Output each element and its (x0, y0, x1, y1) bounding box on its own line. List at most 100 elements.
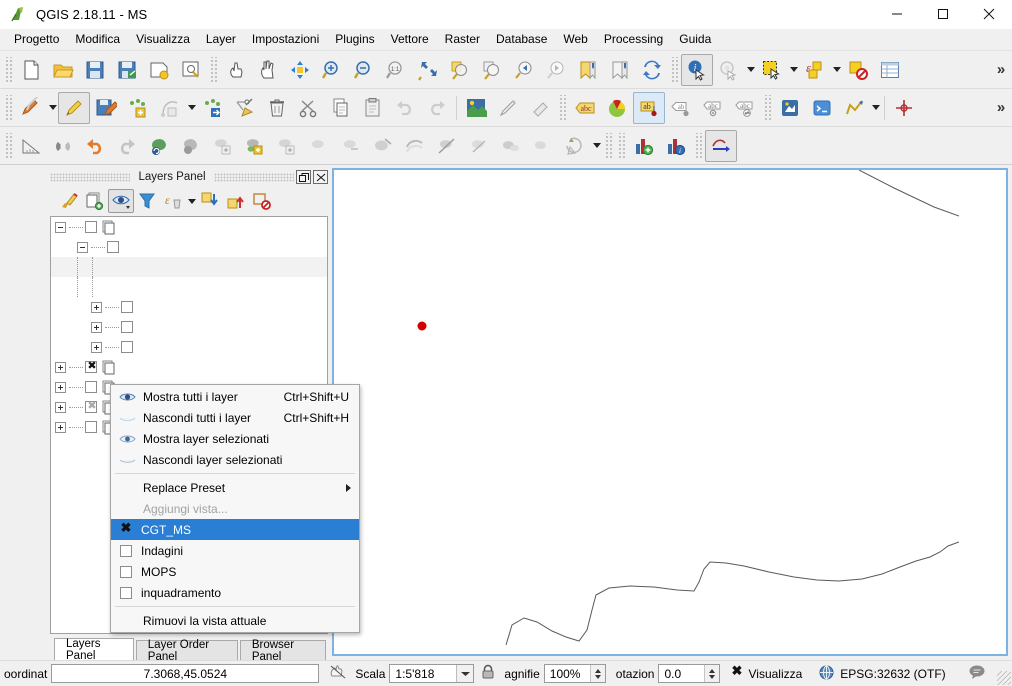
toolbar-grip[interactable] (604, 132, 613, 159)
deselect-all-icon[interactable] (842, 54, 874, 86)
layer-visibility-checkbox[interactable] (121, 301, 133, 313)
filter-legend-icon[interactable] (134, 189, 160, 213)
zoom-native-icon[interactable]: 1:1 (380, 54, 412, 86)
preset-checkbox[interactable] (120, 544, 132, 557)
rotate-point-symbols-icon[interactable] (559, 130, 591, 162)
toolbar-overflow-button[interactable]: » (990, 53, 1012, 87)
new-print-composer-icon[interactable] (143, 54, 175, 86)
crs-globe-icon[interactable] (818, 664, 835, 684)
pan-to-selection-icon[interactable] (284, 54, 316, 86)
toolbar-overflow-button[interactable]: » (990, 91, 1012, 125)
reshape-features-icon[interactable] (367, 130, 399, 162)
toolbar-grip[interactable] (209, 56, 218, 83)
statistics-icon[interactable]: i (660, 130, 692, 162)
composer-manager-icon[interactable] (175, 54, 207, 86)
expand-all-icon[interactable] (197, 189, 223, 213)
menu-database[interactable]: Database (488, 29, 555, 50)
menu-impostazioni[interactable]: Impostazioni (244, 29, 327, 50)
filter-legend-dropdown-arrow[interactable] (186, 186, 197, 216)
paste-features-icon[interactable] (357, 92, 389, 124)
zoom-previous-icon[interactable] (508, 54, 540, 86)
window-resize-grip[interactable] (997, 671, 1011, 685)
remove-layer-icon[interactable] (249, 189, 275, 213)
manage-layer-visibility-icon[interactable] (108, 189, 134, 213)
toolbar-grip[interactable] (763, 94, 772, 121)
tab-layer-order-panel[interactable]: Layer Order Panel (135, 639, 238, 663)
style-manager-icon[interactable] (774, 92, 806, 124)
layer-tree-row[interactable] (51, 217, 327, 237)
menu-vettore[interactable]: Vettore (383, 29, 437, 50)
render-checkbox[interactable] (730, 663, 743, 680)
maximize-button[interactable] (920, 0, 966, 29)
layer-visibility-checkbox[interactable] (107, 241, 119, 253)
menu-item-nascondi-layer-selezionati[interactable]: Nascondi layer selezionati (111, 449, 359, 470)
crs-label[interactable]: EPSG:32632 (OTF) (840, 667, 945, 681)
toolbar-grip[interactable] (4, 94, 13, 121)
preset-checkbox[interactable] (120, 586, 132, 599)
select-by-expression-dropdown-arrow[interactable] (831, 55, 842, 85)
layer-visibility-menu[interactable]: Mostra tutti i layer Ctrl+Shift+U Nascon… (110, 384, 360, 633)
map-tips-dropdown-arrow[interactable] (745, 55, 756, 85)
menu-processing[interactable]: Processing (596, 29, 671, 50)
show-hide-labels-icon[interactable]: ab (665, 92, 697, 124)
zoom-full-icon[interactable] (412, 54, 444, 86)
expand-toggle-icon[interactable] (91, 341, 102, 353)
close-panel-icon[interactable] (313, 170, 328, 184)
measure-crosshair-icon[interactable] (888, 92, 920, 124)
layer-visibility-checkbox[interactable] (85, 421, 97, 433)
layer-visibility-checkbox[interactable] (121, 321, 133, 333)
add-group-icon[interactable] (82, 189, 108, 213)
toggle-extents-icon[interactable] (329, 664, 347, 683)
collapse-toggle-icon[interactable] (55, 221, 66, 233)
touch-zoom-pan-icon[interactable] (220, 54, 252, 86)
layer-tree-row[interactable] (51, 317, 327, 337)
delete-selected-icon[interactable] (261, 92, 293, 124)
close-button[interactable] (966, 0, 1012, 29)
node-tool-icon[interactable] (229, 92, 261, 124)
menu-raster[interactable]: Raster (437, 29, 488, 50)
toolbar-more-arrow[interactable] (870, 93, 881, 123)
offset-curve-icon[interactable] (399, 130, 431, 162)
toolbar-grip[interactable] (558, 94, 567, 121)
merge-features-icon[interactable] (495, 130, 527, 162)
save-layer-edits-icon[interactable] (90, 92, 122, 124)
label-abc-icon[interactable]: abc (569, 92, 601, 124)
filter-legend-expression-icon[interactable]: ε (160, 189, 186, 213)
diagram-icon[interactable] (601, 92, 633, 124)
eraser-icon[interactable] (524, 92, 556, 124)
add-ring-icon[interactable] (207, 130, 239, 162)
expand-toggle-icon[interactable] (55, 381, 66, 393)
current-edits-icon[interactable] (15, 92, 47, 124)
move-label-icon[interactable]: abc (697, 92, 729, 124)
measure-line-icon[interactable] (15, 130, 47, 162)
layer-tree-row[interactable] (51, 297, 327, 317)
collapse-toggle-icon[interactable] (77, 241, 88, 253)
show-bookmarks-icon[interactable] (604, 54, 636, 86)
rotate-point-symbols-dropdown-arrow[interactable] (591, 131, 602, 161)
menu-modifica[interactable]: Modifica (67, 29, 128, 50)
menu-item-inquadramento[interactable]: inquadramento (111, 582, 359, 603)
toggle-editing-icon[interactable] (58, 91, 90, 124)
fill-ring-icon[interactable] (239, 130, 271, 162)
menu-item-rimuovi-la-vista-attuale[interactable]: Rimuovi la vista attuale (111, 610, 359, 631)
menu-progetto[interactable]: Progetto (6, 29, 67, 50)
menu-layer[interactable]: Layer (198, 29, 244, 50)
new-bookmark-icon[interactable] (572, 54, 604, 86)
current-edits-dropdown-arrow[interactable] (47, 93, 58, 123)
menu-item-cgt-ms[interactable]: CGT_MS (111, 519, 359, 540)
new-mesh-layer-icon[interactable] (628, 130, 660, 162)
pan-map-icon[interactable] (252, 54, 284, 86)
menu-item-nascondi-tutti-i-layer[interactable]: Nascondi tutti i layer Ctrl+Shift+H (111, 407, 359, 428)
open-project-icon[interactable] (47, 54, 79, 86)
minimize-button[interactable] (874, 0, 920, 29)
zoom-to-selection-icon[interactable] (476, 54, 508, 86)
expand-toggle-icon[interactable] (91, 301, 102, 313)
python-console-icon[interactable] (806, 92, 838, 124)
refresh-icon[interactable] (636, 54, 668, 86)
layer-visibility-checkbox[interactable] (85, 381, 97, 393)
snapping-options-icon[interactable] (47, 130, 79, 162)
rotation-stepper[interactable] (704, 665, 720, 682)
add-feature-icon[interactable] (122, 92, 154, 124)
pencil-icon[interactable] (492, 92, 524, 124)
add-part-icon[interactable] (271, 130, 303, 162)
